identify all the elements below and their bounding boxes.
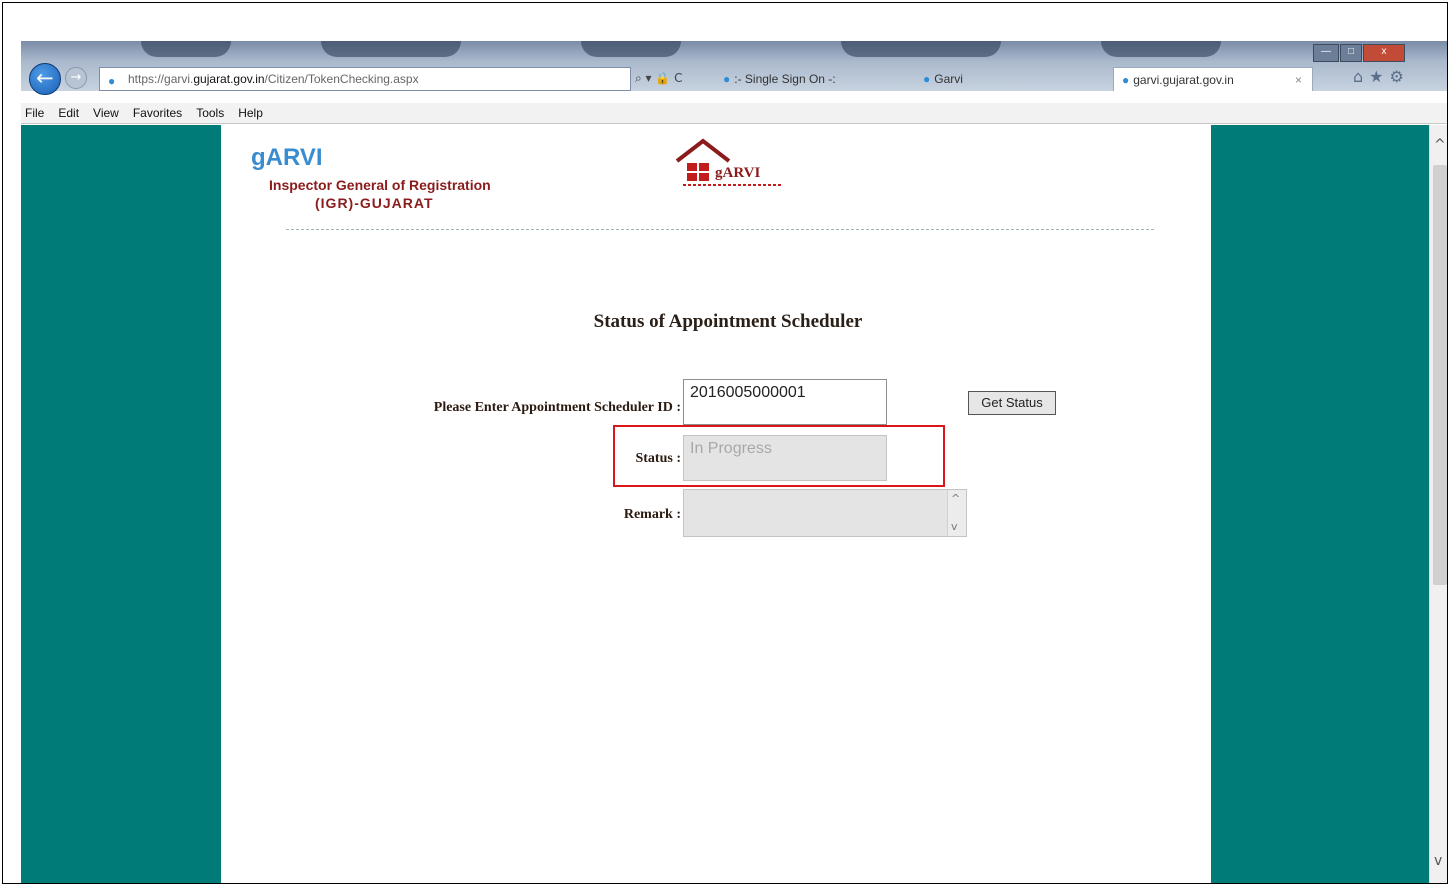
remark-scroll-up-icon[interactable]: ^ xyxy=(951,492,960,505)
ie-tab-icon: ● xyxy=(1122,73,1130,87)
address-path: /Citizen/TokenChecking.aspx xyxy=(264,72,419,86)
garvi-logo: gARVI xyxy=(671,137,791,191)
remark-textarea: ^ v xyxy=(683,489,967,537)
tab-garvi-gujarat-active[interactable]: ● garvi.gujarat.gov.in × xyxy=(1113,67,1313,91)
menu-bar: File Edit View Favorites Tools Help xyxy=(21,103,1447,124)
page-title: Status of Appointment Scheduler xyxy=(593,311,863,332)
window-controls: — □ x xyxy=(1313,41,1406,62)
address-bar-icons[interactable]: ⌕ ▾ 🔒 C xyxy=(635,67,683,89)
tab-label: :- Single Sign On -: xyxy=(734,72,836,86)
ie-tab-icon: ● xyxy=(723,72,731,86)
left-side-band xyxy=(21,125,221,883)
menu-help[interactable]: Help xyxy=(238,106,263,120)
scheduler-id-input[interactable]: 2016005000001 xyxy=(683,379,887,425)
close-window-button[interactable]: x xyxy=(1363,44,1405,62)
right-side-band xyxy=(1211,125,1429,883)
back-arrow-icon: ← xyxy=(36,66,54,90)
page-viewport: ^ v gARVI Inspector General of Registrat… xyxy=(21,125,1447,883)
tab-garvi[interactable]: ● Garvi xyxy=(923,67,1043,91)
remark-label: Remark : xyxy=(623,507,681,522)
home-favorites-settings-icons[interactable]: ⌂★⚙ xyxy=(1353,67,1410,86)
get-status-button[interactable]: Get Status xyxy=(968,391,1056,415)
tab-label: garvi.gujarat.gov.in xyxy=(1133,73,1234,87)
scroll-up-icon[interactable]: ^ xyxy=(1434,137,1446,153)
tab-close-icon[interactable]: × xyxy=(1295,68,1302,91)
forward-arrow-icon: → xyxy=(70,70,82,85)
menu-file[interactable]: File xyxy=(25,106,44,120)
maximize-button[interactable]: □ xyxy=(1340,44,1362,62)
brand-name: gARVI xyxy=(251,144,323,171)
scroll-down-icon[interactable]: v xyxy=(1434,853,1442,869)
menu-edit[interactable]: Edit xyxy=(58,106,79,120)
tab-label: Garvi xyxy=(934,72,963,86)
remark-scroll-down-icon[interactable]: v xyxy=(951,520,958,533)
back-button[interactable]: ← xyxy=(29,63,61,95)
ie-page-icon: ● xyxy=(108,74,116,88)
brand-subtitle-2: (IGR)-GUJARAT xyxy=(315,195,434,211)
site-brand: gARVI Inspector General of Registration … xyxy=(251,144,491,212)
address-bar[interactable]: ● https://garvi.gujarat.gov.in/Citizen/To… xyxy=(99,67,631,91)
status-highlight-box xyxy=(613,425,945,487)
screenshot-frame: ← → ● https://garvi.gujarat.gov.in/Citize… xyxy=(2,2,1448,884)
menu-tools[interactable]: Tools xyxy=(196,106,224,120)
menu-view[interactable]: View xyxy=(93,106,119,120)
minimize-button[interactable]: — xyxy=(1313,44,1339,62)
menu-favorites[interactable]: Favorites xyxy=(133,106,182,120)
brand-subtitle-1: Inspector General of Registration xyxy=(269,177,491,193)
forward-button[interactable]: → xyxy=(65,67,87,89)
logo-text: gARVI xyxy=(715,165,760,181)
tab-single-sign-on[interactable]: ●:- Single Sign On -: xyxy=(723,67,883,91)
header-divider xyxy=(286,229,1154,230)
id-label: Please Enter Appointment Scheduler ID : xyxy=(433,400,681,415)
ie-tab-icon: ● xyxy=(923,72,931,86)
address-host: gujarat.gov.in xyxy=(193,72,265,86)
scroll-thumb[interactable] xyxy=(1433,165,1447,585)
address-prefix: https://garvi. xyxy=(128,72,194,86)
remark-scrollbar[interactable]: ^ v xyxy=(947,490,966,536)
page-scrollbar[interactable]: ^ v xyxy=(1429,125,1447,883)
